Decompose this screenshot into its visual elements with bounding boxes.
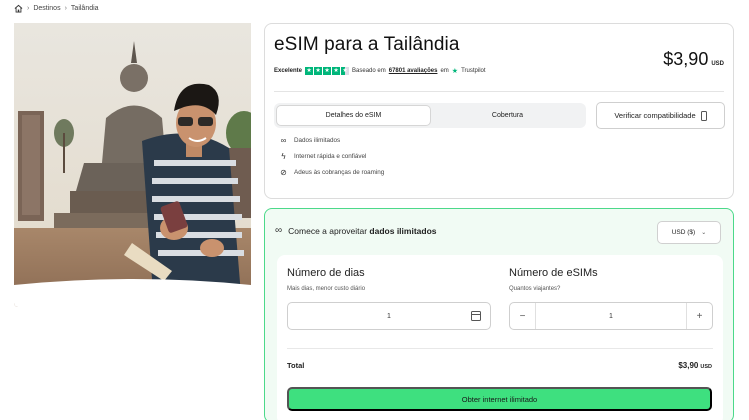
feature-list: ∞ Dados ilimitados ϟ Internet rápida e c…	[279, 136, 384, 177]
reviews-link[interactable]: 67801 avaliações	[389, 68, 438, 74]
days-label: Número de dias	[287, 267, 365, 279]
calendar-icon[interactable]	[471, 311, 481, 321]
days-hint: Mais dias, menor custo diário	[287, 286, 366, 292]
infinity-icon: ∞	[275, 225, 283, 236]
esims-hint: Quantos viajantes?	[509, 286, 561, 292]
chevron-down-icon: ⌄	[701, 230, 707, 236]
total-value: $3,90 USD	[678, 361, 712, 370]
page-title: eSIM para a Tailândia	[274, 34, 460, 55]
trustpilot-rating: Excelente ★ ★ ★ ★ ★ Baseado em 67801 ava…	[274, 67, 486, 75]
star-half-icon: ★	[341, 67, 350, 75]
days-value: 1	[387, 312, 391, 320]
star-icon: ★	[332, 67, 341, 75]
plan-heading-prefix: Comece a aproveitar	[288, 225, 368, 236]
breadcrumb-item-current: Tailândia	[70, 4, 99, 12]
plan-heading-text: Comece a aproveitar dados ilimitados	[288, 226, 436, 236]
page: › Destinos › Tailândia eSIM para a Tailâ…	[0, 0, 749, 420]
plan-heading-bold: dados ilimitados	[369, 225, 437, 236]
get-internet-button[interactable]: Obter internet ilimitado	[287, 387, 712, 411]
list-item: ∞ Dados ilimitados	[279, 136, 384, 145]
total-label: Total	[287, 361, 305, 370]
plus-icon[interactable]: +	[686, 303, 712, 329]
total-currency: USD	[700, 364, 712, 370]
trustpilot-name: Trustpilot	[461, 68, 486, 74]
price-currency: USD	[711, 61, 724, 67]
breadcrumb: › Destinos › Tailândia	[14, 2, 99, 14]
based-on-suffix: em	[440, 68, 449, 74]
total-amount: $3,90	[678, 361, 699, 370]
no-roaming-icon: ⊘	[280, 168, 287, 177]
feature-text: Adeus às cobranças de roaming	[294, 169, 385, 176]
tab-coverage[interactable]: Cobertura	[431, 105, 584, 126]
price: $3,90 USD	[663, 49, 724, 70]
based-on-text: Baseado em	[352, 68, 386, 74]
chevron-right-icon: ›	[27, 4, 30, 12]
feature-text: Internet rápida e confiável	[294, 153, 367, 160]
verify-compatibility-label: Verificar compatibilidade	[614, 111, 696, 120]
esims-label: Número de eSIMs	[509, 267, 598, 279]
divider	[274, 91, 724, 92]
trustpilot-logo-icon: ★	[451, 68, 459, 75]
infinity-icon: ∞	[280, 136, 287, 145]
total-row: Total $3,90 USD	[287, 361, 712, 370]
tab-esim-details[interactable]: Detalhes do eSIM	[276, 105, 431, 126]
breadcrumb-item-destinations[interactable]: Destinos	[33, 5, 60, 12]
hero-image	[14, 23, 251, 307]
star-icon: ★	[323, 67, 332, 75]
esims-stepper[interactable]: − 1 +	[509, 302, 713, 330]
detail-tabs: Detalhes do eSIM Cobertura	[274, 103, 586, 128]
price-amount: $3,90	[663, 49, 709, 69]
rating-label: Excelente	[274, 68, 303, 74]
days-group: Número de dias Mais dias, menor custo di…	[287, 267, 491, 330]
divider	[287, 348, 713, 349]
list-item: ⊘ Adeus às cobranças de roaming	[279, 168, 384, 177]
plan-card: ∞ Comece a aproveitar dados ilimitados U…	[264, 208, 734, 420]
list-item: ϟ Internet rápida e confiável	[279, 152, 384, 161]
currency-select-value: USD ($)	[671, 229, 696, 236]
esims-group: Número de eSIMs Quantos viajantes? − 1 +	[509, 267, 713, 330]
esims-value[interactable]: 1	[536, 313, 686, 320]
phone-icon	[700, 110, 707, 121]
star-icon: ★	[314, 67, 323, 75]
product-card: eSIM para a Tailândia Excelente ★ ★ ★ ★ …	[264, 23, 734, 199]
plan-options: Número de dias Mais dias, menor custo di…	[277, 255, 723, 420]
days-input[interactable]: 1	[287, 302, 491, 330]
chevron-right-icon: ›	[64, 4, 67, 12]
plan-heading: ∞ Comece a aproveitar dados ilimitados	[275, 225, 437, 236]
minus-icon[interactable]: −	[510, 303, 536, 329]
rating-stars: ★ ★ ★ ★ ★	[305, 67, 350, 75]
bolt-icon: ϟ	[281, 152, 286, 161]
feature-text: Dados ilimitados	[294, 137, 341, 144]
home-icon[interactable]	[14, 4, 23, 13]
verify-compatibility-button[interactable]: Verificar compatibilidade	[596, 102, 725, 129]
star-icon: ★	[305, 67, 314, 75]
currency-select[interactable]: USD ($) ⌄	[657, 221, 721, 244]
